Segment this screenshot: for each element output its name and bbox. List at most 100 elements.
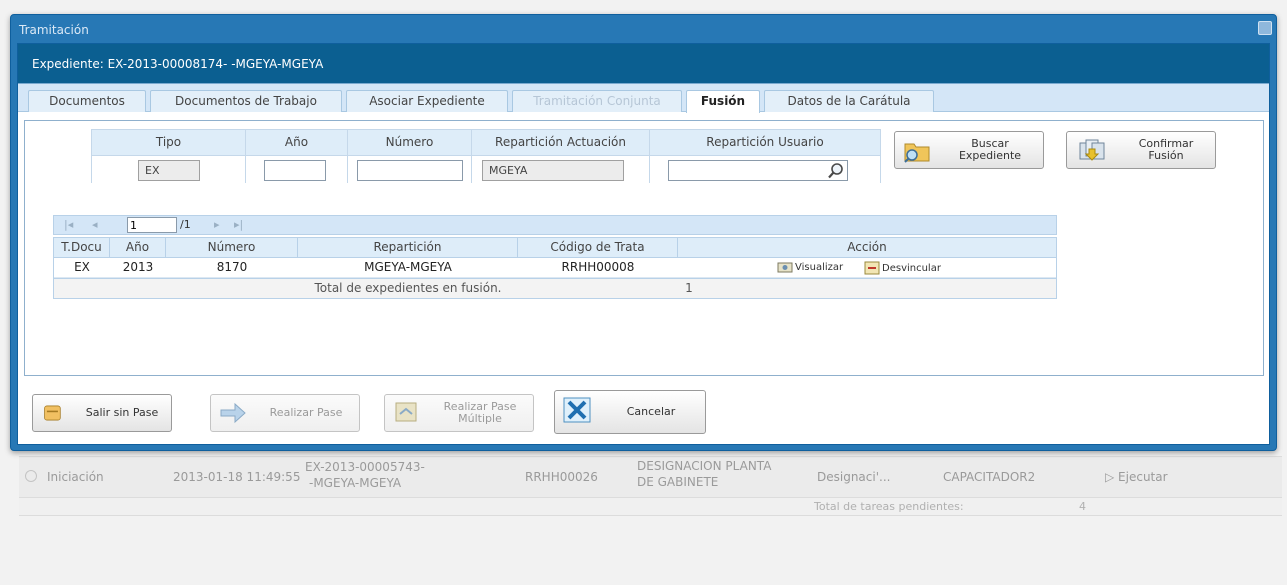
exit-icon [44,405,61,421]
cell-reparticion-usuario [650,156,880,183]
realizar-pase-multiple-button: Realizar Pase Múltiple [384,394,534,432]
dialog-title: Tramitación [19,23,89,37]
cell-anio: 2013 [122,260,154,274]
first-page-icon[interactable]: |◂ [64,218,73,231]
desvincular-label: Desvincular [882,262,941,274]
cell-reparticion-actuacion: MGEYA [472,156,650,183]
buscar-expediente-button[interactable]: Buscar Expediente [894,131,1044,169]
cancelar-label: Cancelar [626,405,676,418]
col-reparticion[interactable]: Repartición [298,238,518,257]
search-header: Tipo Año Número Repartición Actuación Re… [92,130,880,156]
tab-documentos-trabajo[interactable]: Documentos de Trabajo [150,90,342,112]
grid-header: T.Docu Año Número Repartición Código de … [54,238,1056,258]
cancel-x-icon [563,397,591,423]
salir-sin-pase-label: Salir sin Pase [85,406,159,419]
cell-anio [246,156,348,183]
ejecutar-link[interactable]: ▷ Ejecutar [1105,470,1168,484]
task-motivo: Designaci'... [817,470,891,484]
task-total-count: 4 [1079,500,1086,513]
view-icon [777,262,793,273]
tab-documentos[interactable]: Documentos [28,90,146,112]
page-count: /1 [180,218,191,231]
header-tipo: Tipo [92,130,246,155]
realizar-pase-label: Realizar Pase [269,406,343,419]
confirmar-fusion-button[interactable]: Confirmar Fusión [1066,131,1216,169]
tab-fusion[interactable]: Fusión [686,90,760,113]
task-total-label: Total de tareas pendientes: [814,500,964,513]
dialog-body: Expediente: EX-2013-00008174- -MGEYA-MGE… [17,43,1270,445]
arrow-right-icon [220,402,246,424]
tab-tramitacion-conjunta: Tramitación Conjunta [512,90,682,112]
radio-icon [25,470,37,482]
cancelar-button[interactable]: Cancelar [554,390,706,434]
maximize-button[interactable] [1258,21,1272,35]
header-reparticion-actuacion: Repartición Actuación [472,130,650,155]
multiple-label-line2: Múltiple [458,412,502,425]
page-number-input[interactable] [127,217,177,233]
header-reparticion-usuario: Repartición Usuario [650,130,880,155]
salir-sin-pase-button[interactable]: Salir sin Pase [32,394,172,432]
tab-datos-caratula[interactable]: Datos de la Carátula [764,90,934,112]
desvincular-link[interactable]: Desvincular [864,261,941,275]
col-tdocu[interactable]: T.Docu [54,238,110,257]
footer-label: Total de expedientes en fusión. [314,281,502,295]
anio-field[interactable] [264,160,326,181]
task-descripcion-line2: DE GABINETE [637,475,719,489]
task-fecha: 2013-01-18 11:49:55 [173,470,301,484]
cell-codigo: RRHH00008 [561,260,635,274]
ejecutar-label: Ejecutar [1118,470,1168,484]
multi-pass-icon [395,402,417,422]
reparticion-usuario-field[interactable] [668,160,848,181]
header-anio: Año [246,130,348,155]
numero-field[interactable] [357,160,463,181]
buscar-expediente-label: Buscar Expediente [945,132,1035,168]
prev-page-icon[interactable]: ◂ [92,218,98,231]
task-usuario: CAPACITADOR2 [943,470,1036,484]
tipo-field[interactable]: EX [138,160,200,181]
header-reparticion-actuacion-label: Repartición Actuación [495,135,626,149]
footer-count: 1 [685,281,693,295]
play-icon: ▷ [1105,470,1119,484]
next-page-icon[interactable]: ▸ [214,218,220,231]
fusion-grid: T.Docu Año Número Repartición Código de … [53,237,1057,299]
expediente-header: Expediente: EX-2013-00008174- -MGEYA-MGE… [18,44,1269,84]
task-expediente-line2: -MGEYA-MGEYA [309,476,402,490]
realizar-pase-button: Realizar Pase [210,394,360,432]
fusion-panel: Tipo Año Número Repartición Actuación Re… [24,120,1264,376]
header-anio-label: Año [284,135,309,149]
cell-numero: 8170 [216,260,248,274]
col-anio[interactable]: Año [110,238,166,257]
header-numero: Número [348,130,472,155]
search-form: Tipo Año Número Repartición Actuación Re… [91,129,881,183]
header-tipo-label: Tipo [155,135,182,149]
confirmar-label-line2: Fusión [1148,149,1184,162]
header-numero-label: Número [385,135,434,149]
visualizar-link[interactable]: Visualizar [777,261,843,273]
cell-tdocu: EX [74,260,90,274]
tab-asociar-expediente[interactable]: Asociar Expediente [346,90,508,112]
cell-numero [348,156,472,183]
task-estado: Iniciación [47,470,104,484]
grid-footer: Total de expedientes en fusión. 1 [54,278,1056,298]
tramitacion-dialog: Tramitación Expediente: EX-2013-00008174… [10,14,1277,451]
table-row[interactable]: EX 2013 8170 MGEYA-MGEYA RRHH00008 Visua… [54,258,1056,278]
task-expediente-line1: EX-2013-00005743- [305,460,425,474]
task-descripcion-line1: DESIGNACION PLANTA [637,459,772,473]
folders-merge-icon [1079,139,1105,161]
folder-search-icon [904,143,930,163]
action-bar: Salir sin Pase Realizar Pase Realizar Pa… [24,384,1264,440]
last-page-icon[interactable]: ▸| [234,218,243,231]
col-accion[interactable]: Acción [678,238,1056,257]
visualizar-label: Visualizar [795,261,844,273]
search-icon[interactable] [827,162,845,180]
paging-toolbar: |◂ ◂ /1 ▸ ▸| [53,215,1057,235]
col-numero[interactable]: Número [166,238,298,257]
reparticion-actuacion-field[interactable]: MGEYA [482,160,624,181]
task-total-row: Total de tareas pendientes: 4 [19,498,1282,516]
realizar-pase-multiple-label: Realizar Pase Múltiple [435,395,525,431]
cell-tipo: EX [92,156,246,183]
col-codigo[interactable]: Código de Trata [518,238,678,257]
buscar-label-line2: Expediente [958,149,1022,162]
task-row: Iniciación 2013-01-18 11:49:55 EX-2013-0… [19,456,1282,498]
unlink-icon [864,261,880,275]
